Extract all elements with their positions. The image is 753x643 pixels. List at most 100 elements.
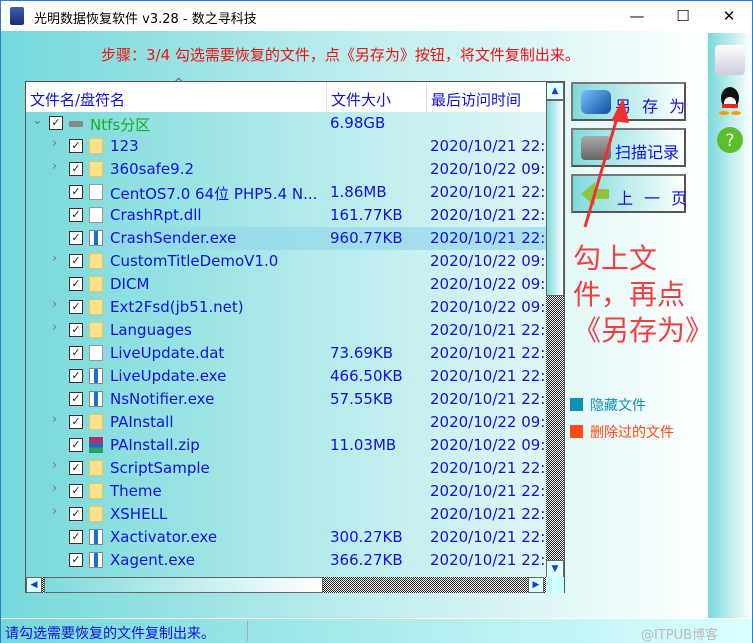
scroll-left-button[interactable]: ◀: [26, 577, 42, 593]
table-row[interactable]: › ✓ ScriptSample 2020/10/21 22:0: [26, 457, 555, 480]
expand-chevron-icon[interactable]: ⌄: [32, 113, 44, 128]
checkbox[interactable]: ✓: [69, 392, 83, 406]
checkbox[interactable]: ✓: [69, 461, 83, 475]
table-row[interactable]: › ✓ CustomTitleDemoV1.0 2020/10/22 09:3: [26, 250, 555, 273]
help-icon[interactable]: ?: [715, 125, 745, 155]
checkbox[interactable]: ✓: [69, 553, 83, 567]
table-row[interactable]: ✓ CentOS7.0 64位 PHP5.4 N... 1.86MB 2020/10/…: [26, 181, 555, 204]
table-row[interactable]: ✓ Xactivator.exe 300.27KB 2020/10/21 22:0: [26, 526, 555, 549]
expand-chevron-icon[interactable]: ›: [52, 412, 64, 427]
scroll-up-button[interactable]: ▲: [546, 82, 564, 100]
vertical-scroll-thumb[interactable]: [546, 100, 564, 296]
scan-log-label: 扫描记录: [615, 143, 680, 162]
checkbox[interactable]: ✓: [69, 530, 83, 544]
expand-chevron-icon[interactable]: ›: [52, 136, 64, 151]
previous-page-button[interactable]: 上 一 页: [571, 174, 687, 213]
app-icon: [10, 7, 24, 25]
last-access-time: 2020/10/21 22:0: [430, 206, 555, 224]
minimize-button[interactable]: —: [614, 1, 660, 31]
vertical-scrollbar[interactable]: ▲ ▼: [546, 82, 564, 578]
drive-icon: [69, 121, 83, 127]
checkbox[interactable]: ✓: [69, 507, 83, 521]
table-row[interactable]: › ✓ Theme 2020/10/21 22:0: [26, 480, 555, 503]
file-name: Theme: [110, 482, 162, 500]
checkbox[interactable]: ✓: [69, 139, 83, 153]
table-row[interactable]: ✓ PAInstall.zip 11.03MB 2020/10/22 09:3: [26, 434, 555, 457]
folder-icon: [89, 253, 103, 269]
close-button[interactable]: ✕: [706, 1, 752, 31]
file-name: Ext2Fsd(jb51.net): [110, 298, 244, 316]
checkbox[interactable]: ✓: [69, 323, 83, 337]
file-name: DICM: [110, 275, 150, 293]
file-name: LiveUpdate.dat: [110, 344, 225, 362]
horizontal-scrollbar[interactable]: ◀ ▶: [26, 577, 546, 593]
horizontal-scroll-thumb[interactable]: [44, 577, 323, 593]
file-tree-list[interactable]: 文件名/盘符名 ^ 文件大小 最后访问时间 ⌄ ✓ Ntfs分区 6.98GB › ✓ 12…: [25, 76, 565, 593]
checkbox[interactable]: ✓: [69, 231, 83, 245]
expand-chevron-icon[interactable]: ›: [52, 458, 64, 473]
exe-icon: [89, 529, 103, 545]
expand-chevron-icon[interactable]: ›: [52, 504, 64, 519]
expand-chevron-icon[interactable]: ›: [52, 159, 64, 174]
column-header-name[interactable]: 文件名/盘符名: [30, 89, 125, 110]
expand-chevron-icon[interactable]: ›: [52, 251, 64, 266]
table-row[interactable]: ✓ Xagent.exe 366.27KB 2020/10/21 22:0: [26, 549, 555, 572]
folder-icon: [89, 506, 103, 522]
last-access-time: 2020/10/22 09:2: [430, 413, 555, 431]
file-name: 360safe9.2: [110, 160, 195, 178]
legend-deleted-files: 删除过的文件: [570, 422, 700, 442]
table-row[interactable]: › ✓ PAInstall 2020/10/22 09:2: [26, 411, 555, 434]
table-row[interactable]: ✓ LiveUpdate.exe 466.50KB 2020/10/21 22:0: [26, 365, 555, 388]
expand-chevron-icon[interactable]: ›: [52, 297, 64, 312]
checkbox[interactable]: ✓: [69, 254, 83, 268]
scroll-right-button[interactable]: ▶: [528, 577, 544, 593]
file-size: 57.55KB: [330, 390, 394, 408]
folder-icon: [89, 460, 103, 476]
table-row[interactable]: › ✓ Ext2Fsd(jb51.net) 2020/10/22 09:2: [26, 296, 555, 319]
settings-icon[interactable]: [715, 45, 745, 75]
file-size: 1.86MB: [330, 183, 387, 201]
save-as-button[interactable]: 另 存 为: [571, 82, 686, 121]
last-access-time: 2020/10/21 22:0: [430, 459, 555, 477]
checkbox[interactable]: ✓: [69, 185, 83, 199]
column-divider[interactable]: [326, 82, 327, 112]
checkbox[interactable]: ✓: [69, 208, 83, 222]
checkbox[interactable]: ✓: [49, 116, 63, 130]
checkbox[interactable]: ✓: [69, 277, 83, 291]
table-row[interactable]: › ✓ 360safe9.2 2020/10/22 09:3: [26, 158, 555, 181]
table-row[interactable]: ✓ NsNotifier.exe 57.55KB 2020/10/21 22:0: [26, 388, 555, 411]
table-row[interactable]: ✓ CrashRpt.dll 161.77KB 2020/10/21 22:0: [26, 204, 555, 227]
scroll-down-button[interactable]: ▼: [546, 560, 564, 578]
file-size: 300.27KB: [330, 528, 403, 546]
checkbox[interactable]: ✓: [69, 369, 83, 383]
file-name: Xactivator.exe: [110, 528, 218, 546]
scan-log-button[interactable]: 扫描记录: [571, 128, 686, 167]
column-header-time[interactable]: 最后访问时间: [431, 89, 521, 110]
column-header-size[interactable]: 文件大小: [331, 89, 391, 110]
table-row[interactable]: ⌄ ✓ Ntfs分区 6.98GB: [26, 112, 546, 135]
checkbox[interactable]: ✓: [69, 300, 83, 314]
table-row[interactable]: › ✓ Languages 2020/10/21 22:0: [26, 319, 555, 342]
expand-chevron-icon[interactable]: ›: [52, 320, 64, 335]
qq-icon[interactable]: [715, 85, 745, 115]
maximize-button[interactable]: ☐: [660, 1, 706, 31]
checkbox[interactable]: ✓: [69, 346, 83, 360]
step-instruction: 步骤：3/4 勾选需要恢复的文件，点《另存为》按钮，将文件复制出来。: [101, 46, 580, 64]
checkbox[interactable]: ✓: [69, 484, 83, 498]
checkbox[interactable]: ✓: [69, 162, 83, 176]
table-row[interactable]: ✓ CrashSender.exe 960.77KB 2020/10/21 22:0: [69, 227, 555, 250]
table-row[interactable]: › ✓ XSHELL 2020/10/21 22:0: [26, 503, 555, 526]
table-row[interactable]: ✓ LiveUpdate.dat 73.69KB 2020/10/21 22:0: [26, 342, 555, 365]
checkbox[interactable]: ✓: [69, 415, 83, 429]
checkbox[interactable]: ✓: [69, 438, 83, 452]
column-divider[interactable]: [426, 82, 427, 112]
folder-icon: [89, 276, 103, 292]
table-row[interactable]: ✓ DICM 2020/10/22 09:3: [26, 273, 555, 296]
exe-icon: [89, 368, 103, 384]
expand-chevron-icon[interactable]: ›: [52, 481, 64, 496]
last-access-time: 2020/10/21 22:0: [430, 390, 555, 408]
file-size: 73.69KB: [330, 344, 394, 362]
folder-icon: [89, 483, 103, 499]
table-row[interactable]: › ✓ 123 2020/10/21 22:0: [26, 135, 555, 158]
file-name: LiveUpdate.exe: [110, 367, 227, 385]
